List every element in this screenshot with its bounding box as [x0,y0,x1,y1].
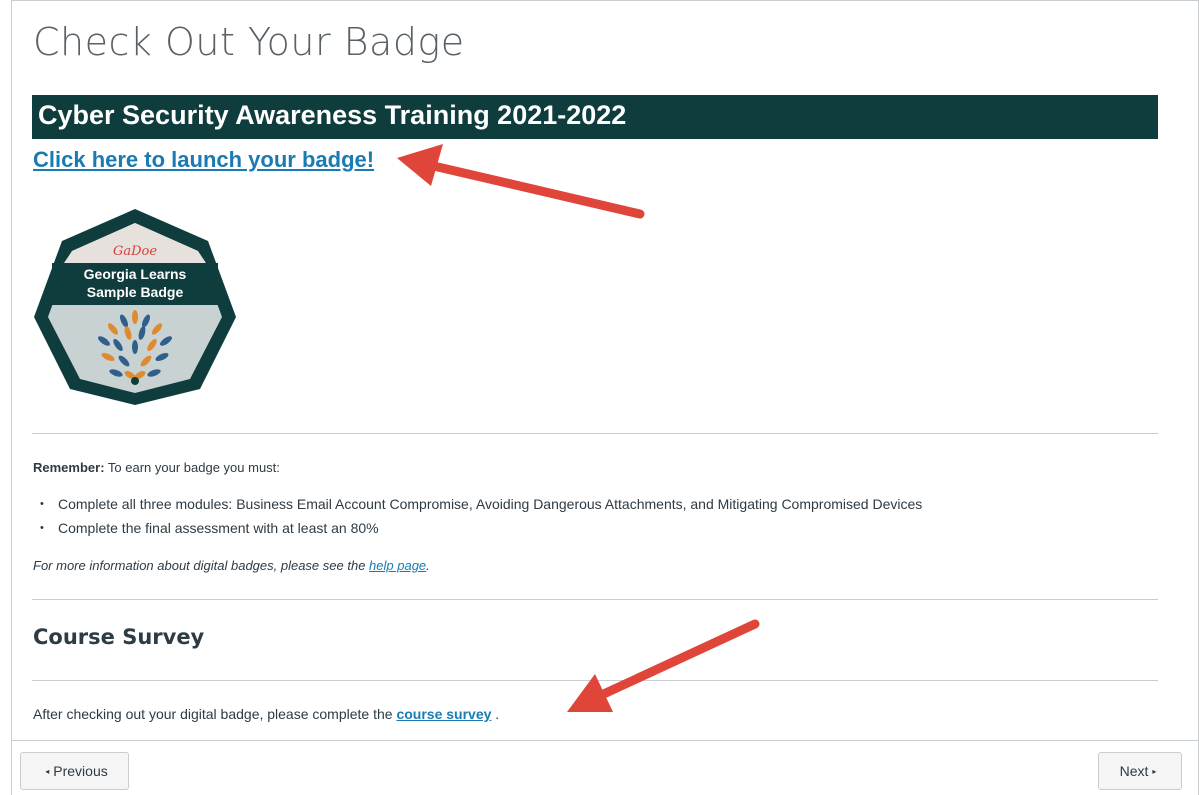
list-item: Complete all three modules: Business Ema… [38,494,922,518]
chevron-right-icon: ▸ [1152,766,1157,776]
badge-line-1: Georgia Learns [84,266,187,282]
more-info-prefix: For more information about digital badge… [33,558,370,573]
remember-label: Remember: [33,460,105,475]
remember-intro: To earn your badge you must: [104,460,280,475]
badge-image: GaDoe Georgia Learns Sample Badge [34,209,236,405]
next-label: Next [1119,763,1149,779]
badge-line-2: Sample Badge [87,284,184,300]
more-info-text: For more information about digital badge… [33,558,430,573]
course-survey-link[interactable]: course survey [396,706,491,722]
survey-text-suffix: . [491,706,500,722]
divider [32,433,1158,434]
previous-label: Previous [53,763,108,779]
course-survey-heading: Course Survey [33,625,205,649]
survey-text-prefix: After checking out your digital badge, p… [33,706,397,722]
requirements-list: Complete all three modules: Business Ema… [38,494,922,542]
help-page-link[interactable]: help page [369,558,426,573]
next-button[interactable]: Next ▸ [1098,752,1182,790]
chevron-left-icon: ◂ [45,766,50,776]
divider [32,599,1158,600]
course-banner: Cyber Security Awareness Training 2021-2… [32,95,1158,139]
banner-title: Cyber Security Awareness Training 2021-2… [38,100,627,130]
divider [32,680,1158,681]
list-item: Complete the final assessment with at le… [38,518,922,542]
more-info-suffix: . [426,558,430,573]
badge-logo-text: GaDoe [113,244,157,259]
survey-text: After checking out your digital badge, p… [33,706,499,722]
page-title: Check Out Your Badge [33,20,465,64]
launch-badge-link[interactable]: Click here to launch your badge! [33,147,374,173]
footer-divider [11,740,1199,741]
previous-button[interactable]: ◂ Previous [20,752,129,790]
remember-text: Remember: To earn your badge you must: [33,460,280,475]
